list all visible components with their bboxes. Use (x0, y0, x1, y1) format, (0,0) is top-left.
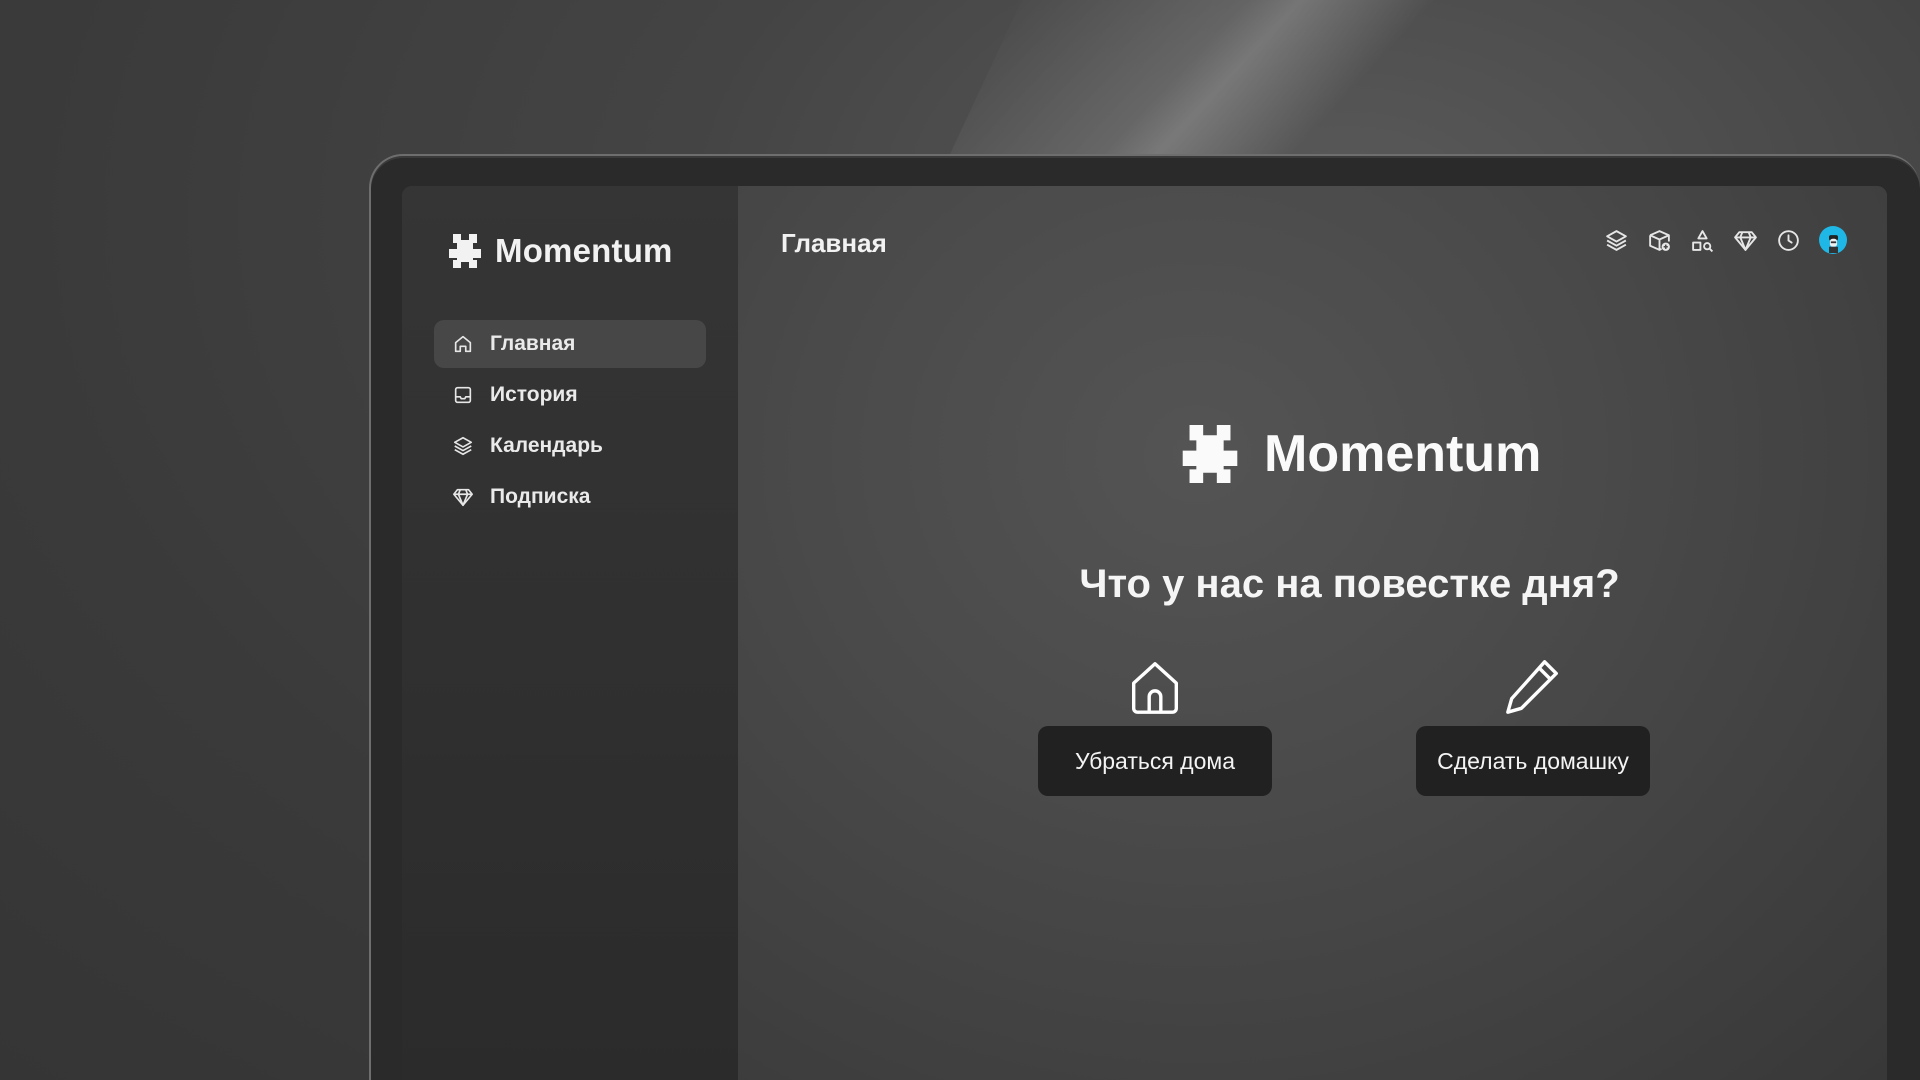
sidebar: Momentum Главная История Календарь Подпи… (402, 186, 738, 1080)
box-add-button[interactable] (1647, 228, 1672, 253)
brand-name: Momentum (495, 232, 673, 269)
shapes-search-icon (1692, 229, 1714, 252)
home-icon (454, 335, 472, 353)
sidebar-item-calendar[interactable]: Календарь (434, 422, 706, 470)
momentum-logo-icon (1182, 425, 1238, 483)
layers-icon (1606, 229, 1627, 251)
action-clean-home: Убраться дома (1038, 656, 1272, 796)
sidebar-item-subscription[interactable]: Подписка (434, 473, 706, 521)
hero-logo: Momentum (1174, 424, 1541, 484)
momentum-logo-icon (449, 234, 481, 268)
sidebar-item-label: Подписка (490, 485, 591, 508)
pencil-icon (1506, 660, 1558, 714)
house-icon (1131, 662, 1179, 714)
agenda-question: Что у нас на повестке дня? (1079, 562, 1620, 606)
sidebar-item-home[interactable]: Главная (434, 320, 706, 368)
page-title: Главная (781, 228, 887, 258)
main-content: Главная Momentum Что у нас на повестке д… (738, 186, 1887, 1080)
diamond-icon (1734, 230, 1757, 251)
layers-icon (453, 436, 473, 456)
subscription-button[interactable] (1733, 228, 1758, 253)
inbox-icon (454, 386, 472, 404)
clock-icon (1778, 229, 1799, 251)
action-do-homework: Сделать домашку (1416, 656, 1650, 796)
avatar[interactable] (1819, 226, 1847, 254)
sidebar-item-history[interactable]: История (434, 371, 706, 419)
diamond-icon (453, 488, 473, 507)
user-avatar-icon (1820, 227, 1846, 253)
header-toolbar (1604, 226, 1847, 254)
sidebar-nav: Главная История Календарь Подписка (434, 320, 706, 521)
sidebar-item-label: История (490, 383, 578, 406)
shapes-search-button[interactable] (1690, 228, 1715, 253)
clean-home-button[interactable]: Убраться дома (1038, 726, 1272, 796)
sidebar-logo[interactable]: Momentum (445, 232, 706, 270)
history-button[interactable] (1776, 228, 1801, 253)
sidebar-item-label: Главная (490, 332, 576, 355)
hero-brand-name: Momentum (1264, 425, 1542, 483)
layers-button[interactable] (1604, 228, 1629, 253)
app-window: Momentum Главная История Календарь Подпи… (402, 186, 1887, 1080)
do-homework-button[interactable]: Сделать домашку (1416, 726, 1650, 796)
box-add-icon (1649, 229, 1670, 251)
sidebar-item-label: Календарь (490, 434, 603, 457)
